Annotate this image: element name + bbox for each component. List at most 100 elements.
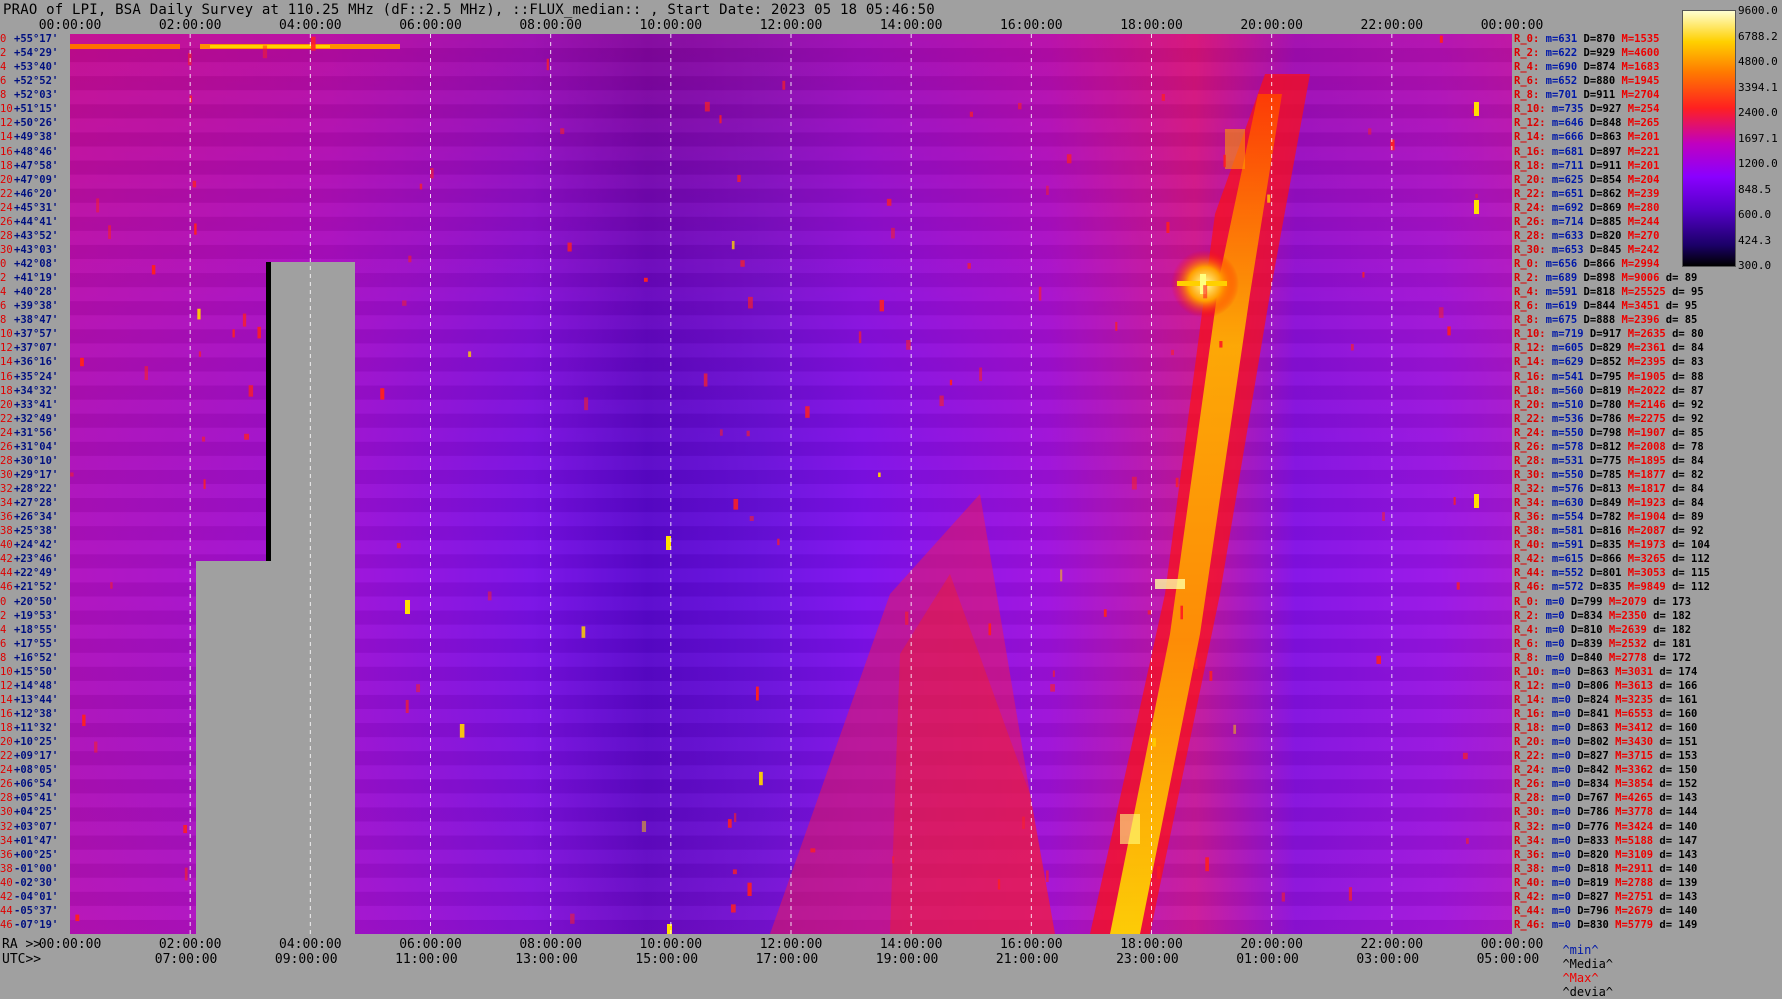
rfi-spot bbox=[405, 699, 409, 714]
declination-label: 6 +17°55' bbox=[0, 637, 59, 650]
rfi-spot bbox=[755, 686, 759, 701]
rfi-spot bbox=[643, 277, 648, 282]
beam-index: 38 bbox=[0, 525, 13, 538]
beam-stat-row: R_24: m=550 D=798 M=1907 d= 85 bbox=[1514, 427, 1704, 439]
beam-label: R_8: bbox=[1514, 314, 1540, 327]
declination-value: +13°44' bbox=[14, 693, 59, 706]
bright-rfi-spot bbox=[1474, 200, 1479, 214]
beam-label: R_32: bbox=[1514, 483, 1546, 495]
heatmap-plot[interactable] bbox=[70, 34, 1512, 934]
heatmap-svg[interactable] bbox=[70, 34, 1512, 934]
declination-label: 4 +40°28' bbox=[0, 287, 58, 298]
stat-min: m=581 bbox=[1545, 525, 1584, 538]
ra-axis-tick: 02:00:00 bbox=[158, 937, 222, 952]
top-axis-tick: 16:00:00 bbox=[1000, 18, 1063, 33]
beam-index: 22 bbox=[0, 412, 13, 425]
beam-label: R_0: bbox=[1514, 595, 1540, 608]
beam-index: 0 bbox=[0, 258, 7, 270]
rfi-spot bbox=[906, 340, 911, 350]
rfi-spot bbox=[194, 223, 197, 235]
rfi-spot bbox=[858, 331, 862, 344]
utc-axis-tick: 07:00:00 bbox=[154, 952, 218, 967]
stat-min: m=0 bbox=[1545, 750, 1571, 763]
rfi-spot bbox=[1438, 307, 1444, 318]
stat-median: D=870 bbox=[1577, 33, 1616, 45]
ra-axis-tick: 20:00:00 bbox=[1240, 937, 1303, 952]
bright-rfi-spot bbox=[1474, 102, 1479, 116]
declination-label: 24+45°31' bbox=[0, 202, 58, 214]
rfi-spot bbox=[1060, 569, 1063, 582]
stat-min: m=510 bbox=[1545, 398, 1584, 411]
stat-median: D=854 bbox=[1583, 173, 1622, 186]
stat-max: M=2635 bbox=[1621, 328, 1666, 341]
beam-stat-row: R_20: m=0 D=802 M=3430 d= 151 bbox=[1514, 737, 1697, 748]
beam-stat-row: R_28: m=633 D=820 M=270 bbox=[1514, 229, 1659, 242]
rfi-spot bbox=[1350, 344, 1354, 351]
utc-axis-prefix: UTC>> bbox=[2, 952, 42, 967]
stat-deviation: d= 84 bbox=[1665, 342, 1704, 355]
beam-index: 14 bbox=[0, 693, 13, 706]
declination-label: 0 +42°08' bbox=[0, 259, 58, 270]
data-gap-lower bbox=[196, 561, 271, 934]
stat-min: m=0 bbox=[1545, 904, 1571, 917]
stat-min: m=0 bbox=[1545, 722, 1571, 735]
stat-deviation: d= 152 bbox=[1653, 778, 1698, 791]
stat-max: M=2008 bbox=[1621, 440, 1666, 453]
rfi-spot bbox=[969, 111, 974, 117]
stat-deviation: d= 139 bbox=[1653, 876, 1698, 889]
beam-stat-row: R_2: m=689 D=898 M=9006 d= 89 bbox=[1514, 273, 1697, 284]
utc-axis-tick: 01:00:00 bbox=[1236, 952, 1299, 967]
stat-max: M=3613 bbox=[1608, 679, 1654, 692]
stat-max: M=3235 bbox=[1608, 693, 1654, 706]
beam-index: 10 bbox=[0, 328, 13, 341]
rfi-spot bbox=[110, 582, 113, 589]
stat-min: m=550 bbox=[1545, 468, 1584, 481]
rfi-spot bbox=[703, 373, 708, 387]
beam-label: R_2: bbox=[1514, 609, 1540, 622]
utc-axis-tick: 21:00:00 bbox=[995, 952, 1059, 967]
beam-stat-row: R_24: m=0 D=842 M=3362 d= 150 bbox=[1514, 765, 1697, 776]
stat-min: m=536 bbox=[1545, 412, 1584, 425]
stats-legend: ^min^ ^Media^ ^Max^ ^devia^ bbox=[1548, 929, 1621, 999]
stat-min: m=656 bbox=[1539, 258, 1578, 270]
stat-deviation: d= 84 bbox=[1665, 497, 1704, 510]
beam-index: 24 bbox=[0, 426, 13, 439]
stat-min: m=552 bbox=[1545, 567, 1584, 580]
beam-stat-row: R_24: m=692 D=869 M=280 bbox=[1514, 202, 1659, 214]
rfi-spot bbox=[419, 183, 423, 190]
beam-label: R_0: bbox=[1514, 258, 1540, 270]
rfi-spot bbox=[1103, 609, 1107, 617]
declination-label: 26+44°41' bbox=[0, 216, 58, 228]
declination-value: +22°49' bbox=[14, 567, 59, 580]
beam-label: R_6: bbox=[1514, 300, 1540, 313]
ra-axis-tick: 10:00:00 bbox=[639, 937, 703, 952]
declination-value: +17°55' bbox=[14, 637, 59, 650]
beam-label: R_4: bbox=[1514, 623, 1540, 636]
stat-max: M=3362 bbox=[1608, 764, 1654, 777]
bottom-utc-axis: UTC>> 07:00:00 09:00:00 11:00:00 13:00:00 15… bbox=[0, 952, 1539, 968]
declination-value: +11°32' bbox=[14, 722, 59, 735]
stat-max: M=2350 bbox=[1602, 609, 1647, 622]
beam-stat-row: R_16: m=0 D=841 M=6553 d= 160 bbox=[1514, 709, 1697, 720]
stat-deviation: d= 92 bbox=[1665, 398, 1704, 411]
rfi-spot bbox=[75, 914, 80, 922]
stat-deviation: d= 151 bbox=[1653, 736, 1698, 749]
beam-label: R_26: bbox=[1514, 215, 1546, 228]
rfi-spot bbox=[459, 723, 465, 738]
beam-label: R_2: bbox=[1514, 272, 1540, 285]
beam-stat-row: R_30: m=653 D=845 M=242 bbox=[1514, 244, 1659, 256]
rfi-spot bbox=[1439, 35, 1443, 43]
stat-max: M=2275 bbox=[1621, 412, 1666, 425]
rfi-spot bbox=[560, 128, 565, 135]
rfi-spot bbox=[232, 329, 235, 338]
declination-label: 16+12°38' bbox=[0, 709, 58, 720]
stat-median: D=897 bbox=[1583, 145, 1622, 158]
stat-min: m=0 bbox=[1545, 848, 1571, 861]
stat-max: M=1683 bbox=[1615, 61, 1660, 74]
stat-min: m=0 bbox=[1545, 890, 1571, 903]
beam-stat-row: R_8: m=675 D=888 M=2396 d= 85 bbox=[1514, 315, 1697, 326]
declination-label: 24+08°05' bbox=[0, 765, 58, 776]
declination-value: +37°07' bbox=[14, 342, 59, 355]
stat-min: m=605 bbox=[1545, 342, 1584, 355]
beam-label: R_28: bbox=[1514, 229, 1546, 242]
